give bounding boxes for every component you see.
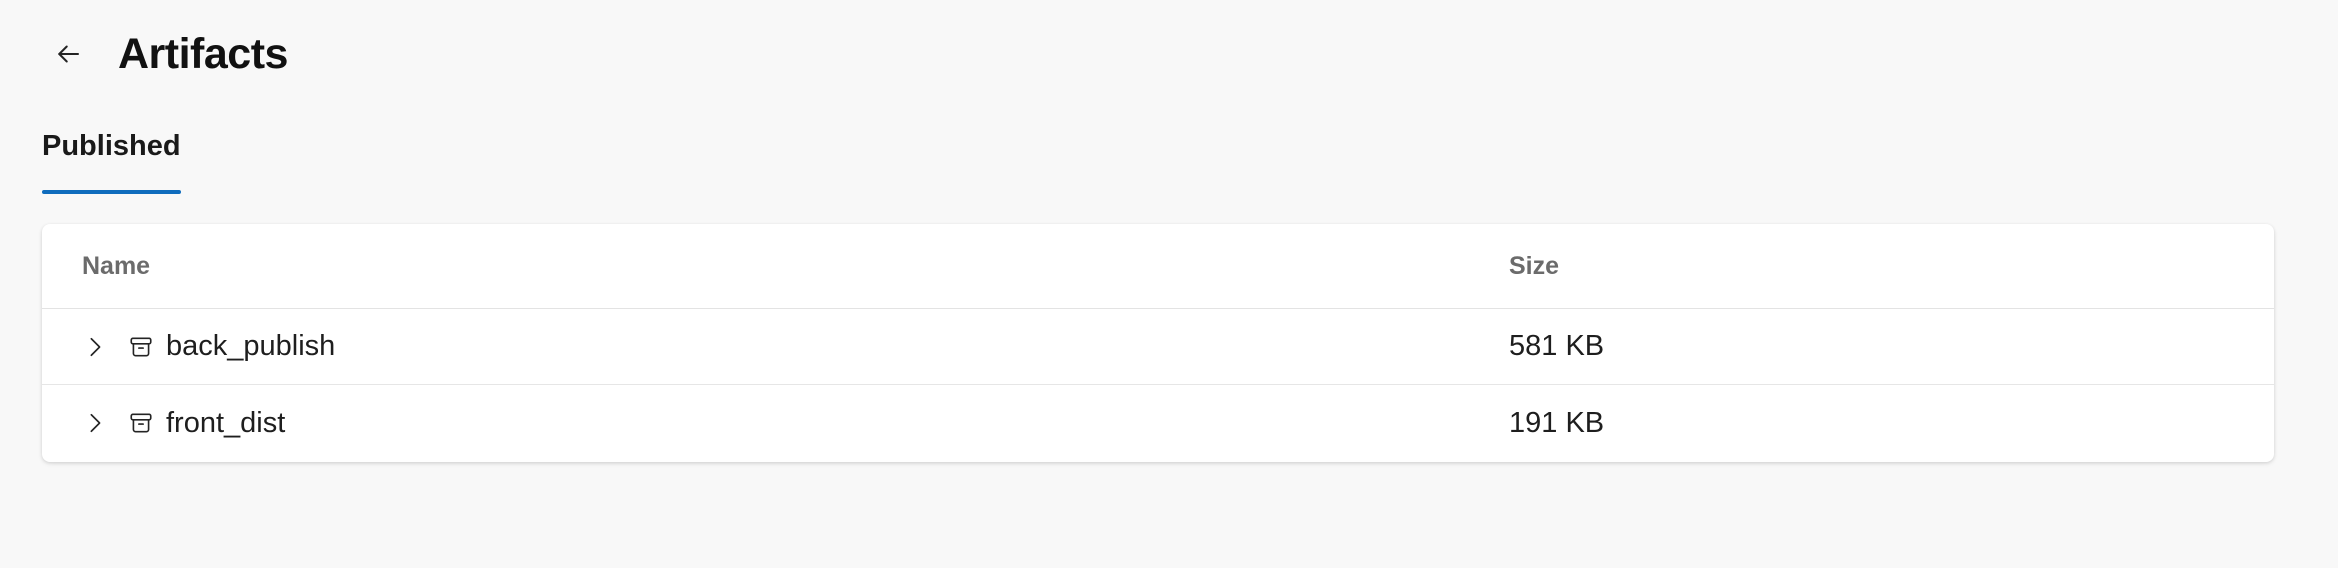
artifact-name: front_dist (166, 406, 286, 439)
tab-published-label: Published (42, 130, 181, 162)
archive-icon (126, 332, 156, 362)
artifact-size: 191 KB (1509, 406, 1605, 439)
archive-icon (126, 408, 156, 438)
table-row[interactable]: back_publish 581 KB (42, 309, 2274, 385)
page-header: Artifacts (40, 22, 288, 86)
arrow-left-icon (58, 45, 79, 63)
expand-row-button[interactable] (78, 330, 112, 364)
chevron-right-icon (90, 337, 101, 356)
back-button[interactable] (40, 26, 96, 82)
chevron-right-icon (90, 413, 101, 433)
page-title: Artifacts (118, 29, 288, 78)
artifact-name: back_publish (166, 330, 336, 362)
tab-list: Published (42, 122, 181, 194)
expand-row-button[interactable] (78, 406, 112, 440)
artifacts-table: Name Size back_publish 581 KB front_dist… (42, 224, 2274, 462)
table-header: Name Size (42, 224, 2274, 309)
table-row[interactable]: front_dist 191 KB (42, 385, 2274, 461)
tab-published[interactable]: Published (42, 122, 181, 194)
artifacts-page: Artifacts Published Name Size back_publi… (0, 0, 2338, 568)
column-header-name[interactable]: Name (82, 252, 150, 281)
tab-selected-indicator (42, 190, 181, 194)
artifact-size: 581 KB (1509, 330, 1605, 362)
column-header-size[interactable]: Size (1509, 252, 1559, 281)
